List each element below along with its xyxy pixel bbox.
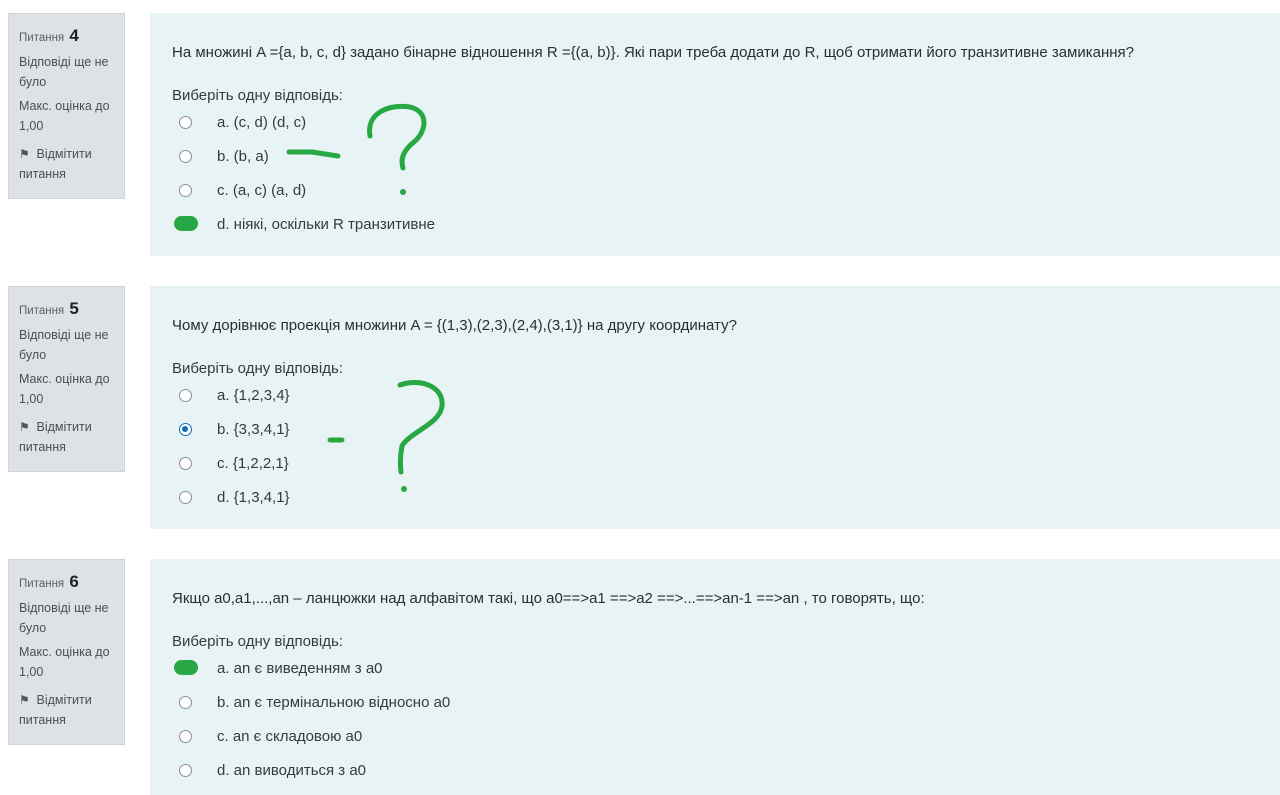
question-label: Питання (19, 32, 65, 44)
option-label: a. (c, d) (d, c) (217, 114, 307, 131)
question-label: Питання (19, 305, 65, 317)
question-content-4: На множині A ={a, b, c, d} задано бінарн… (150, 13, 1280, 256)
question-text: Якщо a0,a1,...,an – ланцюжки над алфавіт… (172, 590, 925, 607)
question-status: Відповіді ще не було (19, 328, 109, 362)
answer-option-a[interactable]: a. {1,2,3,4} (172, 384, 1280, 418)
question-info-5: Питання 5 Відповіді ще не було Макс. оці… (8, 286, 125, 472)
radio-button[interactable] (179, 184, 192, 197)
answer-list: a. {1,2,3,4} b. {3,3,4,1} c. {1,2,2,1} d… (172, 384, 1280, 520)
option-label: c. (a, c) (a, d) (217, 182, 307, 199)
question-max-grade: Макс. оцінка до 1,00 (19, 372, 110, 406)
answer-option-c[interactable]: c. (a, c) (a, d) (172, 179, 1280, 213)
answer-option-b[interactable]: b. an є термінальною відносно a0 (172, 691, 1280, 725)
question-content-6: Якщо a0,a1,...,an – ланцюжки над алфавіт… (150, 559, 1280, 795)
question-label: Питання (19, 578, 65, 590)
option-label: a. {1,2,3,4} (217, 387, 290, 404)
radio-button[interactable] (179, 730, 192, 743)
question-text: Чому дорівнює проекція множини A = {(1,3… (172, 317, 737, 334)
radio-button[interactable] (179, 696, 192, 709)
question-info-6: Питання 6 Відповіді ще не було Макс. оці… (8, 559, 125, 745)
radio-button-selected[interactable] (179, 423, 192, 436)
option-label: c. an є складовою a0 (217, 728, 363, 745)
question-number: 4 (69, 26, 79, 45)
question-status: Відповіді ще не було (19, 601, 109, 635)
question-content-5: Чому дорівнює проекція множини A = {(1,3… (150, 286, 1280, 529)
flag-icon: ⚑ (19, 147, 30, 161)
question-number-heading: Питання 4 (19, 26, 116, 48)
option-label: d. ніякі, оскільки R транзитивне (217, 216, 435, 233)
flag-question-link[interactable]: ⚑ Відмітити питання (19, 144, 116, 184)
answer-option-d[interactable]: d. an виводиться з a0 (172, 759, 1280, 793)
radio-button[interactable] (179, 116, 192, 129)
answer-prompt: Виберіть одну відповідь: (172, 360, 343, 377)
radio-button[interactable] (179, 491, 192, 504)
question-number: 6 (69, 572, 79, 591)
answer-option-c[interactable]: c. {1,2,2,1} (172, 452, 1280, 486)
flag-icon: ⚑ (19, 420, 30, 434)
question-number-heading: Питання 5 (19, 299, 116, 321)
question-text: На множині A ={a, b, c, d} задано бінарн… (172, 44, 1135, 61)
radio-button[interactable] (179, 389, 192, 402)
answer-option-a[interactable]: a. an є виведенням з a0 (172, 657, 1280, 691)
question-number-heading: Питання 6 (19, 572, 116, 594)
option-label: d. an виводиться з a0 (217, 762, 367, 779)
option-label: d. {1,3,4,1} (217, 489, 290, 506)
question-status: Відповіді ще не було (19, 55, 109, 89)
answer-prompt: Виберіть одну відповідь: (172, 633, 343, 650)
answer-option-b[interactable]: b. (b, a) (172, 145, 1280, 179)
answer-option-d[interactable]: d. {1,3,4,1} (172, 486, 1280, 520)
option-label: b. {3,3,4,1} (217, 421, 290, 438)
answer-list: a. an є виведенням з a0 b. an є термінал… (172, 657, 1280, 793)
flag-question-link[interactable]: ⚑ Відмітити питання (19, 417, 116, 457)
option-label: b. an є термінальною відносно a0 (217, 694, 451, 711)
option-label: a. an є виведенням з a0 (217, 660, 383, 677)
question-max-grade: Макс. оцінка до 1,00 (19, 99, 110, 133)
question-info-4: Питання 4 Відповіді ще не було Макс. оці… (8, 13, 125, 199)
answer-prompt: Виберіть одну відповідь: (172, 87, 343, 104)
question-max-grade: Макс. оцінка до 1,00 (19, 645, 110, 679)
radio-button[interactable] (179, 150, 192, 163)
option-label: b. (b, a) (217, 148, 269, 165)
flag-icon: ⚑ (19, 693, 30, 707)
option-label: c. {1,2,2,1} (217, 455, 289, 472)
radio-button[interactable] (179, 457, 192, 470)
green-highlight-mark (174, 660, 198, 675)
answer-option-c[interactable]: c. an є складовою a0 (172, 725, 1280, 759)
answer-option-a[interactable]: a. (c, d) (d, c) (172, 111, 1280, 145)
answer-list: a. (c, d) (d, c) b. (b, a) c. (a, c) (a,… (172, 111, 1280, 247)
question-number: 5 (69, 299, 79, 318)
answer-option-b[interactable]: b. {3,3,4,1} (172, 418, 1280, 452)
green-highlight-mark (174, 216, 198, 231)
answer-option-d[interactable]: d. ніякі, оскільки R транзитивне (172, 213, 1280, 247)
radio-button[interactable] (179, 764, 192, 777)
flag-question-link[interactable]: ⚑ Відмітити питання (19, 690, 116, 730)
